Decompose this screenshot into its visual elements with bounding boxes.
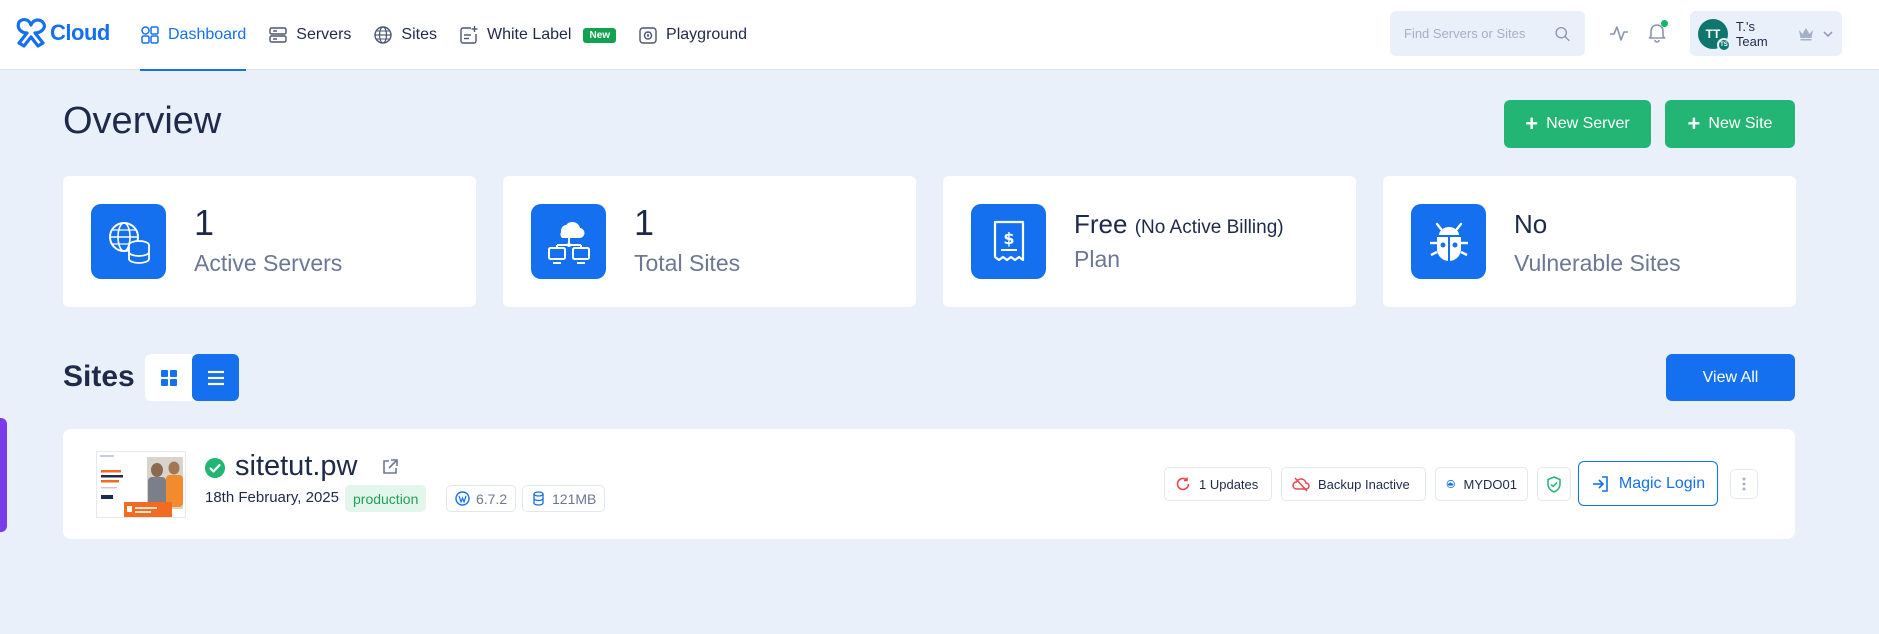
wordpress-icon: [455, 491, 470, 506]
billing-icon: $: [971, 204, 1046, 279]
magic-login-button[interactable]: Magic Login: [1578, 461, 1718, 506]
view-all-button[interactable]: View All: [1666, 354, 1795, 401]
network-icon: [531, 204, 606, 279]
team-switcher[interactable]: TT TS T.'s Team: [1690, 11, 1842, 56]
stat-card-vulnerable[interactable]: No Vulnerable Sites: [1383, 176, 1796, 307]
dashboard-icon: [141, 26, 159, 44]
activity-icon[interactable]: [1608, 22, 1630, 44]
shield-check-icon: [1547, 475, 1561, 493]
svg-text:$: $: [1003, 229, 1014, 248]
site-thumbnail[interactable]: [96, 451, 186, 518]
magic-login-label: Magic Login: [1618, 474, 1706, 492]
stat-label: Plan: [1074, 246, 1121, 272]
server-chip[interactable]: MYDO01: [1435, 467, 1528, 501]
nav-servers[interactable]: Servers: [268, 0, 351, 70]
search-input[interactable]: [1404, 26, 1554, 41]
side-feedback-tab[interactable]: [0, 418, 7, 532]
nav-dashboard-label: Dashboard: [168, 26, 247, 43]
white-label-icon: [460, 26, 478, 44]
stat-value: 1: [194, 202, 215, 243]
nav-sites-label: Sites: [401, 26, 437, 43]
site-size-badge: 121MB: [522, 485, 606, 512]
kebab-menu-icon: [1742, 477, 1746, 491]
wp-version-badge: 6.7.2: [446, 485, 517, 512]
updates-count: 1 Updates: [1199, 476, 1259, 492]
playground-icon: [639, 27, 657, 44]
site-row: sitetut.pw 18th February, 2025 productio…: [63, 429, 1795, 539]
database-icon: [533, 491, 544, 506]
chevron-down-icon: [1823, 30, 1833, 37]
servers-globe-icon: [91, 204, 166, 279]
crown-icon: [1799, 27, 1814, 40]
wp-version: 6.7.2: [476, 490, 508, 507]
server-cloud-icon: [1446, 479, 1455, 489]
stat-label: Total Sites: [634, 250, 741, 276]
site-created-date: 18th February, 2025: [205, 489, 339, 506]
servers-icon: [269, 27, 287, 43]
bug-icon: [1411, 204, 1486, 279]
nav-white-label-label: White Label: [486, 26, 572, 43]
avatar-sub-badge: TS: [1716, 37, 1731, 52]
external-link-icon[interactable]: [381, 458, 399, 476]
nav-servers-label: Servers: [296, 26, 352, 43]
nav-playground[interactable]: Playground: [638, 0, 747, 70]
stat-value: 1: [634, 202, 655, 243]
logo-text: Cloud: [50, 20, 110, 45]
new-badge: New: [583, 27, 617, 43]
logo[interactable]: Cloud: [14, 16, 110, 50]
notification-dot: [1661, 20, 1668, 27]
avatar-initials: TT: [1705, 26, 1721, 41]
site-size: 121MB: [552, 490, 597, 507]
backup-chip[interactable]: Backup Inactive: [1281, 467, 1426, 501]
sites-section-title: Sites: [63, 360, 135, 393]
notifications-button[interactable]: [1645, 20, 1669, 44]
new-site-label: New Site: [1708, 115, 1773, 132]
cloud-logo-icon: [16, 18, 46, 48]
stat-card-plan[interactable]: $ Free (No Active Billing) Plan: [943, 176, 1356, 307]
stat-card-servers[interactable]: 1 Active Servers: [63, 176, 476, 307]
status-check-icon: [205, 458, 225, 478]
plus-icon: +: [1687, 111, 1701, 136]
login-icon: [1592, 475, 1608, 492]
backup-status: Backup Inactive: [1318, 476, 1410, 492]
view-toggle: [145, 354, 239, 401]
site-name-link[interactable]: sitetut.pw: [235, 450, 358, 483]
search-box: [1390, 11, 1585, 56]
plan-note: (No Active Billing): [1134, 217, 1284, 238]
new-site-button[interactable]: + New Site: [1665, 100, 1795, 148]
plan-name: Free: [1074, 209, 1128, 239]
stat-label: Active Servers: [194, 250, 343, 276]
globe-icon: [374, 26, 393, 44]
nav-sites[interactable]: Sites: [373, 0, 437, 70]
page-title: Overview: [63, 100, 222, 142]
new-server-label: New Server: [1546, 115, 1630, 132]
list-icon: [207, 370, 224, 385]
more-options-button[interactable]: [1730, 469, 1758, 499]
stat-label: Vulnerable Sites: [1514, 250, 1681, 276]
backup-cloud-icon: [1292, 477, 1310, 492]
main-nav: Dashboard Servers Sites White Label New …: [140, 0, 769, 71]
plus-icon: +: [1525, 111, 1539, 136]
nav-dashboard[interactable]: Dashboard: [140, 0, 247, 71]
search-icon[interactable]: [1554, 24, 1571, 44]
list-view-button[interactable]: [192, 354, 239, 401]
top-navigation: Cloud Dashboard Servers Sites White Labe…: [0, 0, 1879, 71]
security-chip[interactable]: [1537, 467, 1571, 501]
team-name: T.'s Team: [1735, 18, 1768, 49]
server-name: MYDO01: [1463, 476, 1517, 492]
updates-chip[interactable]: 1 Updates: [1164, 467, 1272, 501]
grid-view-button[interactable]: [145, 354, 192, 401]
stat-card-sites[interactable]: 1 Total Sites: [503, 176, 916, 307]
new-server-button[interactable]: + New Server: [1504, 100, 1651, 148]
update-icon: [1176, 477, 1190, 491]
stat-value: Free (No Active Billing): [1074, 209, 1284, 240]
environment-badge: production: [345, 485, 427, 512]
nav-playground-label: Playground: [666, 26, 747, 43]
nav-white-label[interactable]: White Label New: [459, 0, 617, 70]
stat-value: No: [1514, 209, 1548, 239]
avatar: TT TS: [1698, 18, 1731, 52]
grid-icon: [160, 369, 177, 386]
